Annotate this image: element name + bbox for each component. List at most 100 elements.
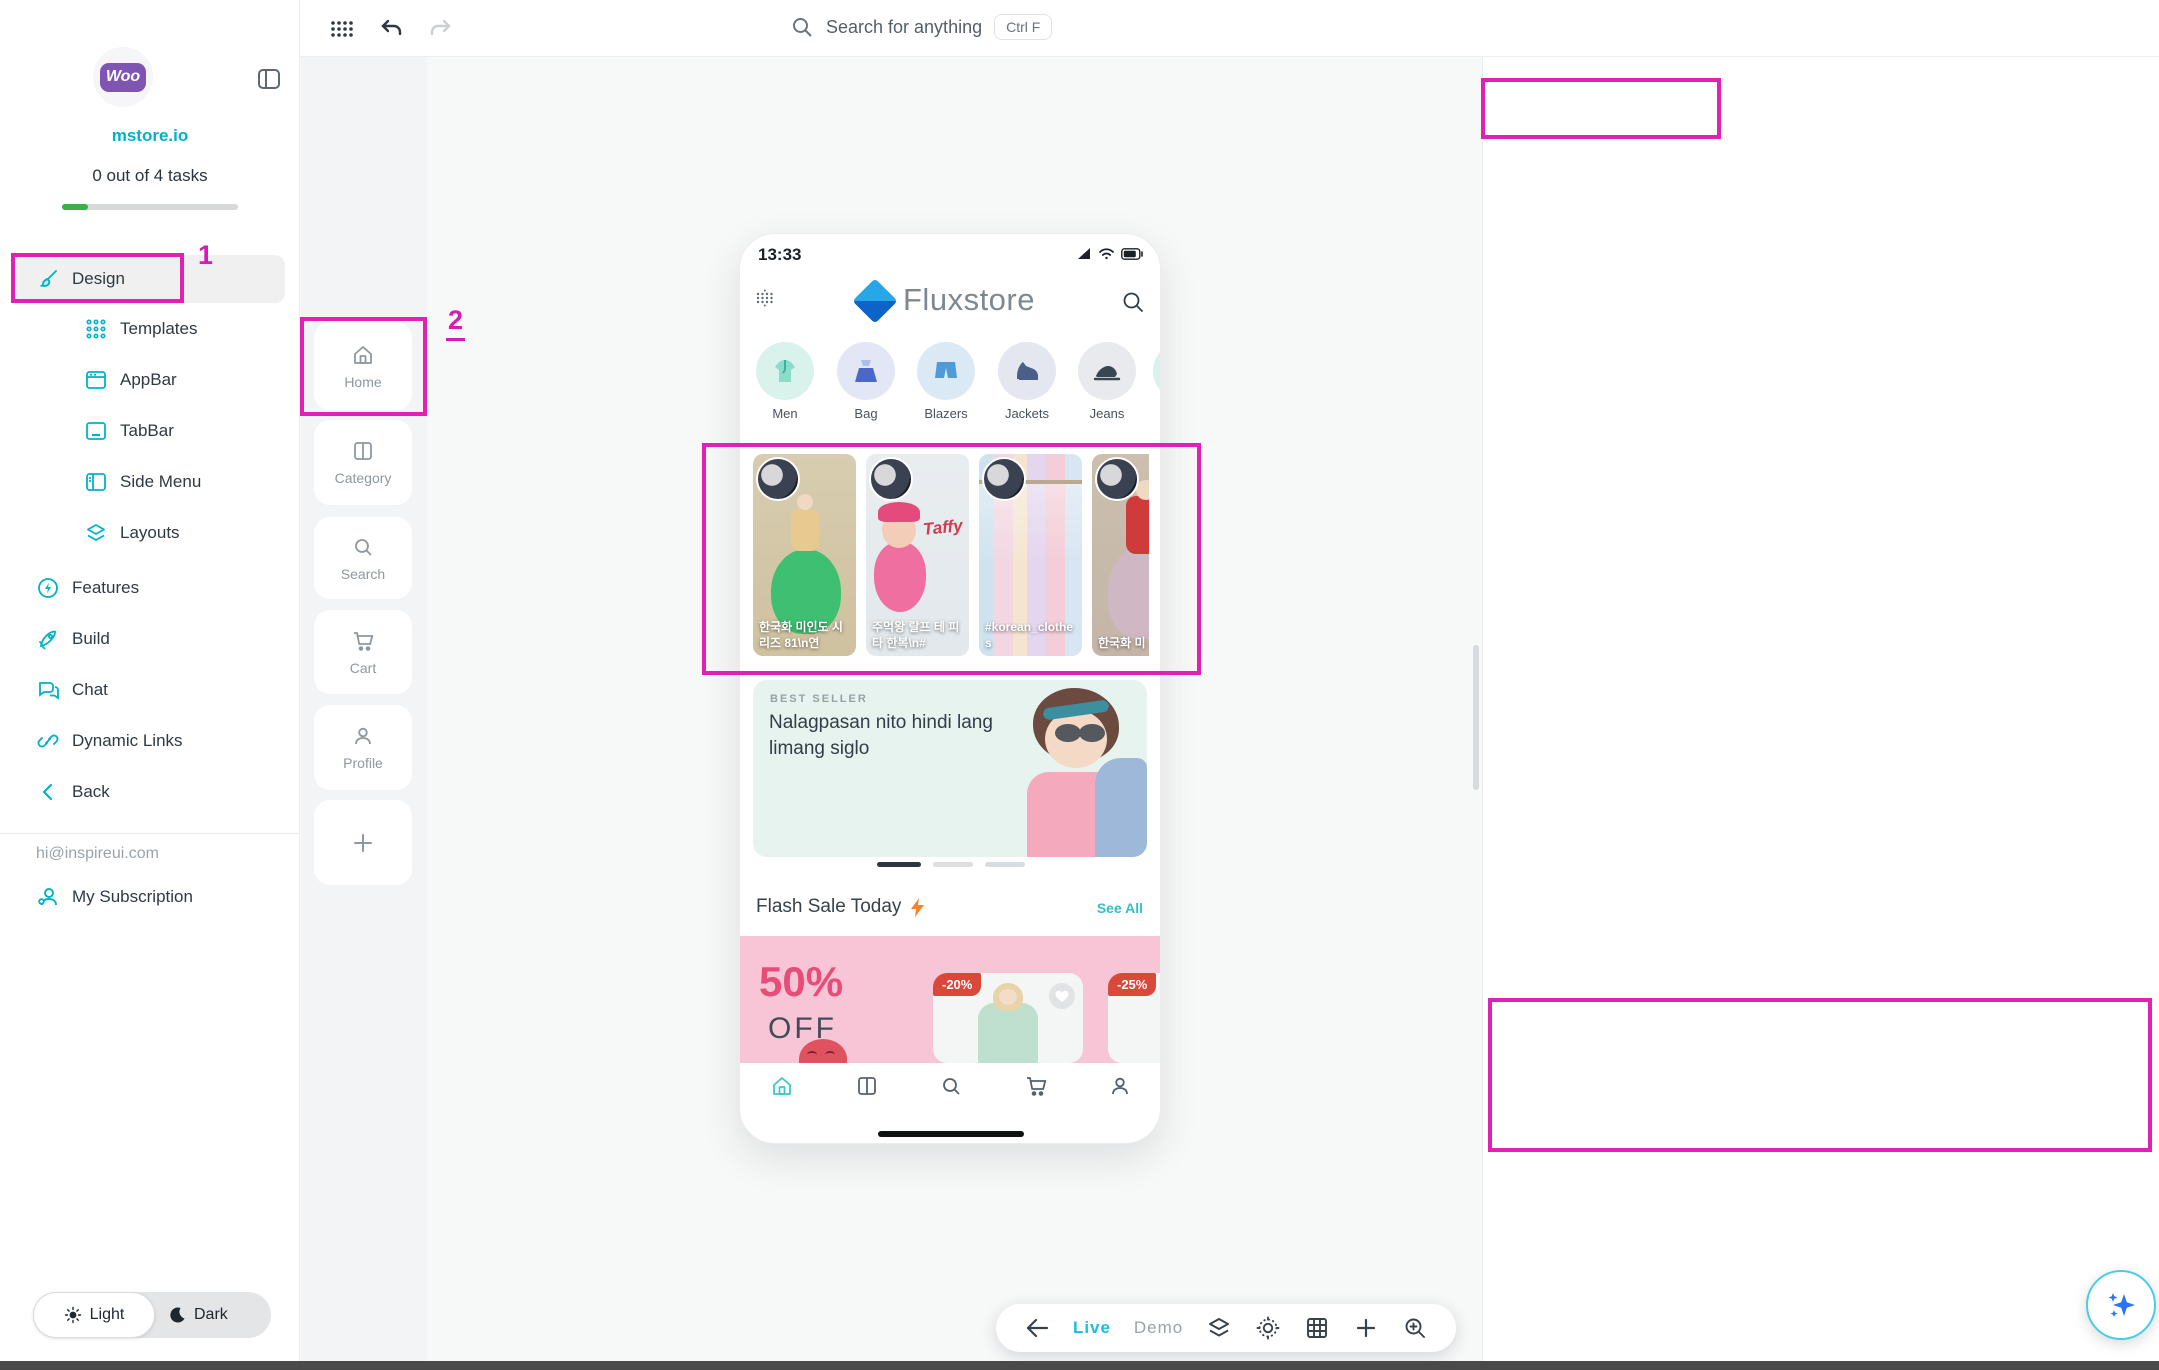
tab-search-icon[interactable] (939, 1074, 963, 1098)
sidebar-item-label: Layouts (120, 523, 180, 543)
chevron-left-icon (36, 780, 60, 804)
redo-icon[interactable] (428, 16, 454, 42)
sidebar-item-chat[interactable]: Chat (0, 666, 300, 714)
rail-item-cart[interactable]: Cart (314, 610, 412, 694)
theme-light-segment[interactable]: Light (33, 1292, 155, 1338)
zoom-in-icon[interactable] (1402, 1315, 1428, 1341)
phone-preview: 13:33 Fluxstore Men Bag Blazers Jackets … (739, 233, 1161, 1144)
rail-add-tab-button[interactable] (314, 800, 412, 885)
rail-item-profile[interactable]: Profile (314, 705, 412, 790)
live-tab[interactable]: Live (1073, 1318, 1111, 1338)
rail-item-search[interactable]: Search (314, 517, 412, 599)
story-avatar (1095, 457, 1139, 501)
banner-title: Nalagpasan nito hindi lang limang siglo (769, 710, 1004, 761)
instagram-story-item[interactable]: #korean_clothes (979, 454, 1082, 656)
tasks-progress-text: 0 out of 4 tasks (0, 166, 300, 186)
sidebar-item-templates[interactable]: Templates (0, 305, 300, 353)
workspace-logo[interactable]: Woo (93, 47, 153, 107)
home-icon (351, 343, 375, 367)
demo-tab[interactable]: Demo (1134, 1318, 1183, 1338)
apps-grid-icon[interactable] (328, 16, 354, 42)
canvas-scrollbar[interactable] (1473, 645, 1479, 790)
phone-tabbar (740, 1063, 1161, 1109)
search-icon (351, 535, 375, 559)
collapse-sidebar-icon[interactable] (256, 66, 282, 92)
category-blazers[interactable] (917, 342, 975, 400)
sidebar-item-appbar[interactable]: AppBar (0, 356, 300, 404)
status-icons (1077, 247, 1144, 260)
sidebar-item-sidemenu[interactable]: Side Menu (0, 458, 300, 506)
rail-item-home[interactable]: Home (314, 322, 412, 410)
search-icon (790, 15, 814, 39)
sidebar-item-layouts[interactable]: Layouts (0, 509, 300, 557)
category-extra[interactable] (1153, 342, 1161, 400)
annotation-number-1: 1 (198, 240, 213, 271)
config-panel (1482, 0, 2159, 1370)
add-icon[interactable] (1353, 1315, 1379, 1341)
theme-dark-segment[interactable]: Dark (168, 1292, 228, 1338)
sidebar-item-back[interactable]: Back (0, 768, 300, 816)
instagram-story-item[interactable]: 한국화 미 시리즈 8 (1092, 454, 1149, 656)
rail-item-label: Home (344, 374, 381, 390)
profile-icon (351, 724, 375, 748)
sidebar-divider (0, 833, 300, 834)
heart-icon (1055, 990, 1069, 1003)
product-card[interactable]: -20% (933, 973, 1083, 1063)
sidebar-item-dynamic-links[interactable]: Dynamic Links (0, 717, 300, 765)
carousel-dots[interactable] (740, 862, 1161, 867)
flash-sale-banner[interactable]: 50% OFF -20% -25% (740, 936, 1161, 1063)
banner-tag: BEST SELLER (770, 693, 868, 705)
sidebar-item-features[interactable]: Features (0, 564, 300, 612)
sun-icon (64, 1306, 82, 1324)
sidebar-item-label: Design (72, 269, 125, 289)
fluxstore-logo-text: Fluxstore (903, 282, 1035, 318)
back-arrow-icon[interactable] (1024, 1315, 1050, 1341)
signal-icon (1077, 247, 1092, 260)
sidebar-item-build[interactable]: Build (0, 615, 300, 663)
woo-logo: Woo (100, 63, 146, 92)
lightning-icon (910, 898, 925, 917)
rail-item-category[interactable]: Category (314, 420, 412, 505)
best-seller-banner[interactable]: BEST SELLER Nalagpasan nito hindi lang l… (753, 680, 1147, 857)
undo-icon[interactable] (378, 16, 404, 42)
tab-home-icon[interactable] (770, 1074, 794, 1098)
phone-menu-grid-icon[interactable] (754, 287, 776, 309)
sidebar-item-label: Features (72, 578, 139, 598)
brightness-icon[interactable] (1255, 1315, 1281, 1341)
instagram-story-item[interactable]: 한국화 미인도 시리즈 81\n연 (753, 454, 856, 656)
layers-icon[interactable] (1206, 1315, 1232, 1341)
phone-search-icon[interactable] (1120, 289, 1146, 315)
story-caption: 한국화 미인도 시리즈 81\n연 (759, 619, 853, 651)
sidebar-item-label: Side Menu (120, 472, 201, 492)
instagram-story-item[interactable]: Taffy 주먹왕 랄프 테 피타 한복\n# (866, 454, 969, 656)
ai-assistant-button[interactable] (2086, 1270, 2156, 1340)
category-label: Men (750, 406, 820, 421)
tab-category-icon[interactable] (855, 1074, 879, 1098)
category-label: Jeans (1072, 406, 1142, 421)
category-jeans[interactable] (1078, 342, 1136, 400)
sidebar-item-subscription[interactable]: My Subscription (0, 873, 300, 921)
category-jackets[interactable] (998, 342, 1056, 400)
rail-item-label: Cart (350, 660, 376, 676)
flash-sale-title: Flash Sale Today (756, 896, 925, 918)
story-avatar (869, 457, 913, 501)
sidebar: Woo mstore.io 0 out of 4 tasks Design Te… (0, 0, 300, 1370)
product-card[interactable]: -25% (1108, 973, 1161, 1063)
plus-icon (349, 829, 377, 857)
tab-profile-icon[interactable] (1108, 1074, 1132, 1098)
account-email: hi@inspireui.com (36, 845, 159, 863)
sidebar-item-label: Chat (72, 680, 108, 700)
tab-cart-icon[interactable] (1024, 1074, 1048, 1098)
category-men[interactable] (756, 342, 814, 400)
annotation-number-2: 2 (446, 305, 465, 341)
global-search[interactable]: Search for anything Ctrl F (790, 14, 1052, 40)
sidebar-item-label: Templates (120, 319, 197, 339)
sidebar-item-tabbar[interactable]: TabBar (0, 407, 300, 455)
see-all-link[interactable]: See All (1097, 900, 1143, 916)
site-name[interactable]: mstore.io (0, 126, 300, 146)
category-bag[interactable] (837, 342, 895, 400)
app-window: Search for anything Ctrl F Woo mstore.io… (0, 0, 2159, 1370)
wishlist-button[interactable] (1049, 983, 1075, 1009)
sidebar-item-design[interactable]: Design (0, 255, 300, 303)
grid-view-icon[interactable] (1304, 1315, 1330, 1341)
